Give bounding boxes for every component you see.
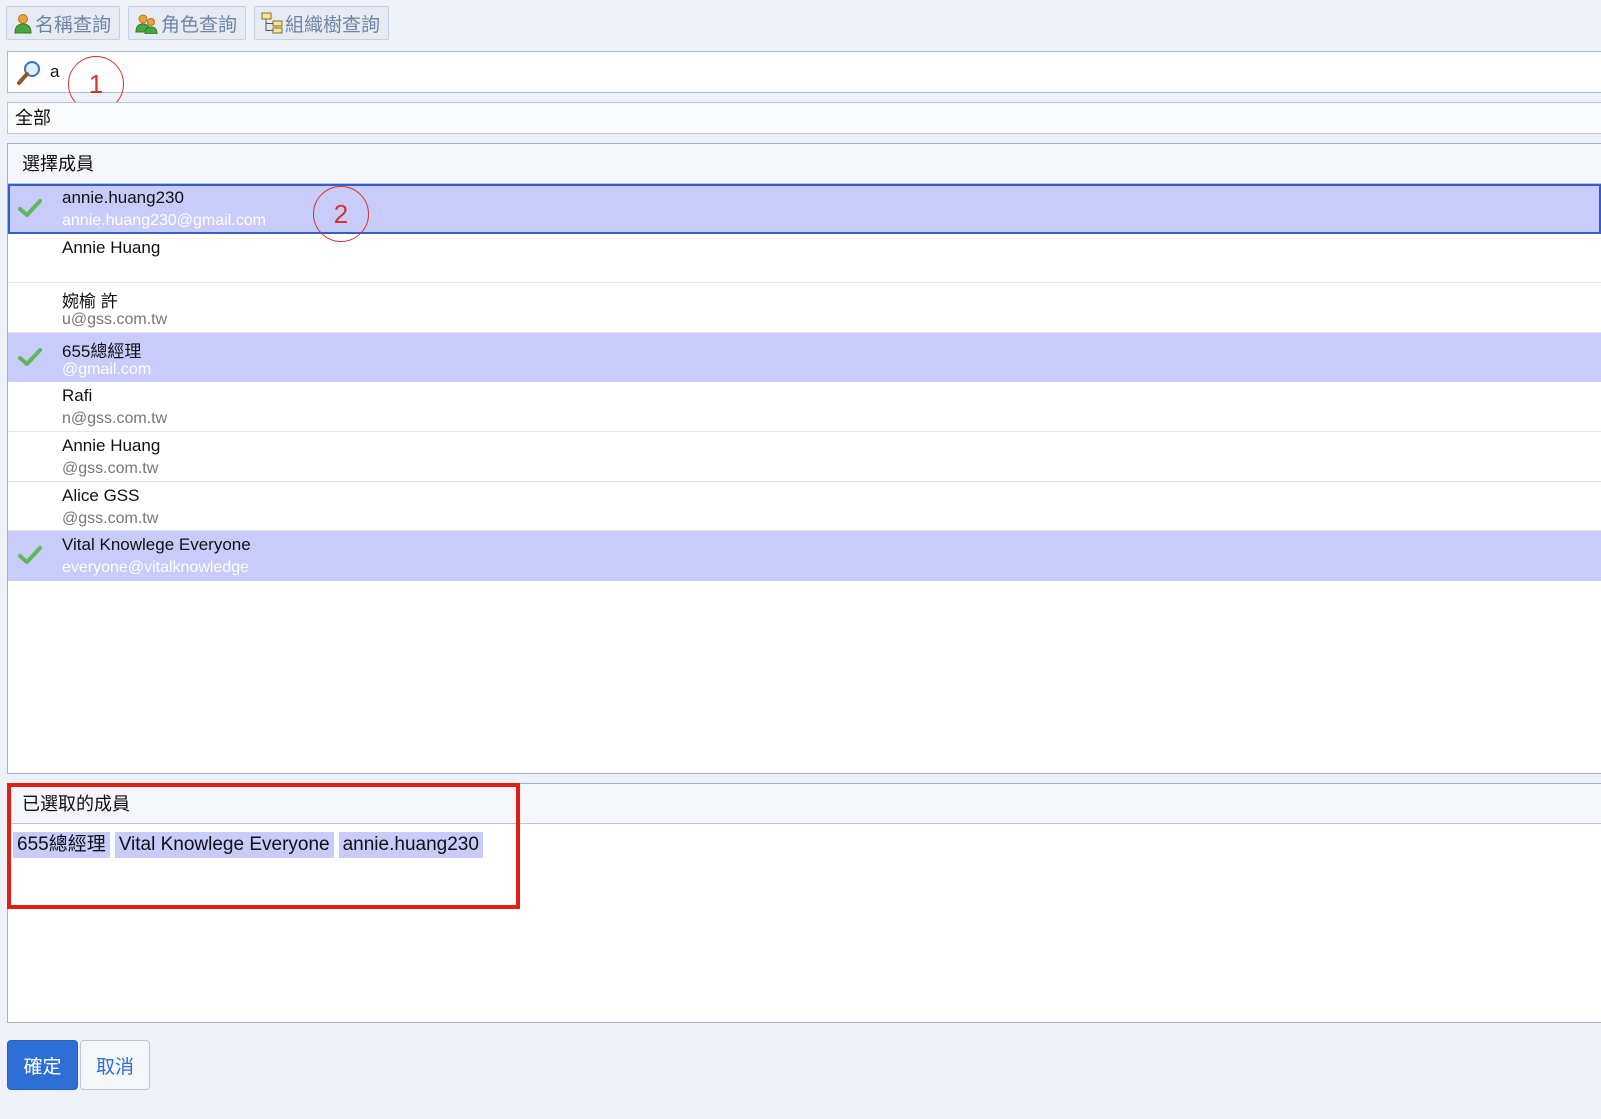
tab-label: 名稱查詢 bbox=[35, 14, 112, 36]
member-email: annie.huang230@gmail.com bbox=[62, 212, 266, 229]
tab-name-query[interactable]: 名稱查詢 bbox=[6, 6, 121, 40]
selected-member-chip[interactable]: annie.huang230 bbox=[338, 832, 483, 858]
search-input[interactable] bbox=[50, 56, 1550, 88]
tab-org-tree-query[interactable]: 組織樹查詢 bbox=[254, 6, 390, 40]
annotation-marker-2: 2 bbox=[313, 186, 369, 242]
check-icon bbox=[18, 546, 42, 565]
selected-member-chip[interactable]: 655總經理 bbox=[13, 832, 110, 858]
member-row[interactable]: 婉榆 許 u@gss.com.tw bbox=[8, 283, 1601, 333]
user-icon bbox=[14, 14, 32, 34]
check-icon bbox=[18, 347, 42, 366]
confirm-button[interactable]: 確定 bbox=[7, 1040, 78, 1090]
member-row[interactable]: Alice GSS @gss.com.tw bbox=[8, 482, 1601, 532]
member-name: Vital Knowlege Everyone bbox=[62, 535, 251, 555]
check-icon bbox=[18, 199, 42, 217]
query-tabs: 名稱查詢 角色查詢 組織樹查詢 bbox=[6, 6, 390, 42]
member-row[interactable]: Annie Huang @gss.com.tw bbox=[8, 432, 1601, 482]
group-icon bbox=[135, 14, 158, 34]
member-row[interactable]: Annie Huang bbox=[8, 234, 1601, 284]
member-name: Rafi bbox=[62, 386, 93, 406]
member-email: @gmail.com bbox=[62, 360, 152, 378]
selected-panel-title: 已選取的成員 bbox=[8, 784, 1601, 824]
cancel-button[interactable]: 取消 bbox=[80, 1040, 150, 1090]
member-email: u@gss.com.tw bbox=[62, 311, 168, 329]
member-name: 655總經理 bbox=[62, 341, 142, 361]
member-select-panel: 選擇成員 annie.huang230 annie.huang230@gmail… bbox=[7, 143, 1601, 774]
filter-value: 全部 bbox=[15, 108, 51, 128]
selected-members-panel: 已選取的成員 655總經理 Vital Knowlege Everyone anni… bbox=[7, 783, 1601, 1023]
member-name: Alice GSS bbox=[62, 485, 140, 505]
panel-title: 選擇成員 bbox=[8, 144, 1601, 184]
member-list: annie.huang230 annie.huang230@gmail.com … bbox=[8, 184, 1601, 581]
tab-label: 角色查詢 bbox=[161, 14, 238, 36]
member-name: 婉榆 許 bbox=[62, 292, 118, 312]
member-email: everyone@vitalknowledge bbox=[62, 559, 250, 577]
member-row[interactable]: Rafi n@gss.com.tw bbox=[8, 382, 1601, 432]
member-row[interactable]: annie.huang230 annie.huang230@gmail.com bbox=[8, 184, 1601, 234]
member-name: annie.huang230 bbox=[62, 188, 184, 207]
member-row[interactable]: Vital Knowlege Everyone everyone@vitalkn… bbox=[8, 531, 1601, 581]
search-bar bbox=[7, 51, 1601, 93]
org-tree-icon bbox=[261, 12, 283, 34]
search-icon[interactable] bbox=[14, 58, 44, 88]
member-name: Annie Huang bbox=[62, 237, 161, 257]
member-email: @gss.com.tw bbox=[62, 509, 159, 527]
member-row[interactable]: 655總經理 @gmail.com bbox=[8, 332, 1601, 383]
member-email: @gss.com.tw bbox=[62, 459, 159, 477]
selected-member-chip[interactable]: Vital Knowlege Everyone bbox=[114, 832, 334, 858]
filter-select[interactable]: 全部 bbox=[7, 102, 1601, 134]
tab-label: 組織樹查詢 bbox=[285, 14, 381, 36]
member-name: Annie Huang bbox=[62, 435, 161, 455]
tab-role-query[interactable]: 角色查詢 bbox=[128, 6, 247, 40]
member-email: n@gss.com.tw bbox=[62, 410, 168, 428]
selected-chips: 655總經理 Vital Knowlege Everyone annie.huang… bbox=[8, 824, 1601, 858]
